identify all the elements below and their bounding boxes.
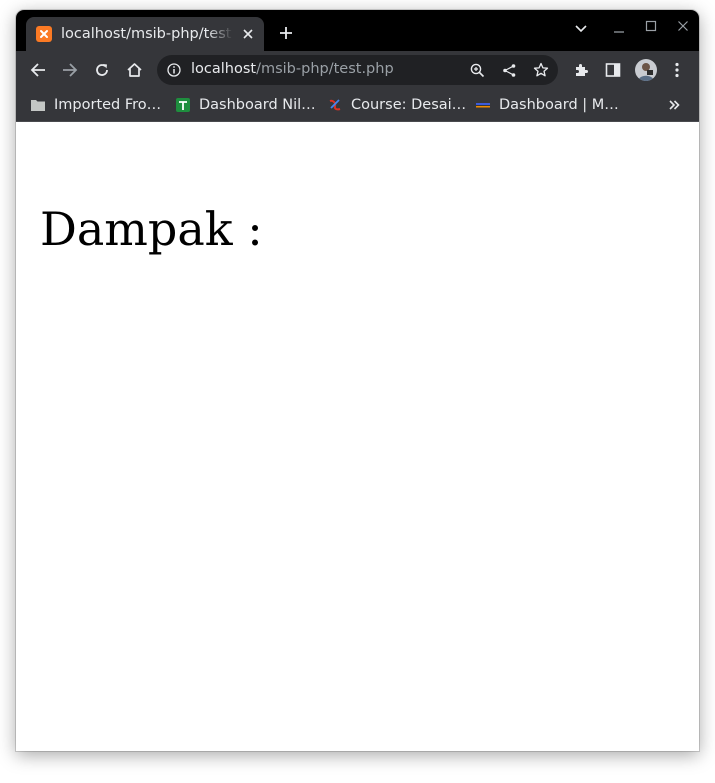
xampp-icon	[36, 26, 52, 42]
bookmark-item[interactable]: Course: Desai…	[327, 95, 466, 115]
close-window-icon[interactable]	[675, 18, 691, 34]
sheets-icon	[175, 97, 191, 113]
bookmark-label: Dashboard Nil…	[199, 97, 316, 113]
page-content: Dampak :	[16, 122, 699, 751]
bookmarks-bar: Imported Fro… Dashboard Nil… Course: Des…	[16, 89, 699, 122]
bookmark-item[interactable]: Imported Fro…	[30, 95, 161, 115]
url-path: /msib-php/test.php	[256, 61, 394, 77]
bookmark-item[interactable]: Dashboard Nil…	[175, 95, 316, 115]
side-panel-icon[interactable]	[603, 60, 623, 80]
share-icon[interactable]	[501, 62, 517, 78]
bookmark-label: Dashboard | M…	[499, 97, 619, 113]
url-host: localhost	[191, 61, 257, 77]
profile-avatar[interactable]	[635, 59, 657, 81]
folder-icon	[30, 97, 46, 113]
page-heading: Dampak :	[40, 202, 263, 256]
bookmark-star-icon[interactable]	[533, 62, 549, 78]
tab-active[interactable]: localhost/msib-php/test.php	[26, 17, 264, 51]
minimize-icon[interactable]	[611, 21, 627, 37]
url-text: localhost/msib-php/test.php	[191, 61, 394, 77]
address-bar[interactable]: localhost/msib-php/test.php	[157, 55, 558, 85]
reload-icon[interactable]	[92, 60, 112, 80]
tab-search-icon[interactable]	[573, 21, 589, 37]
toolbar: localhost/msib-php/test.php	[16, 51, 699, 89]
dashboard-icon	[475, 97, 491, 113]
tab-title: localhost/msib-php/test.php	[61, 26, 233, 42]
menu-icon[interactable]	[667, 60, 687, 80]
new-tab-icon[interactable]	[276, 23, 296, 43]
close-tab-icon[interactable]	[240, 26, 256, 42]
home-icon[interactable]	[124, 60, 144, 80]
zoom-icon[interactable]	[469, 62, 485, 78]
forward-icon[interactable]	[60, 60, 80, 80]
course-icon	[327, 97, 343, 113]
browser-window: localhost/msib-php/test.php	[16, 10, 699, 751]
bookmark-label: Course: Desai…	[351, 97, 467, 113]
site-info-icon[interactable]	[166, 62, 182, 78]
tab-strip: localhost/msib-php/test.php	[16, 10, 699, 51]
more-bookmarks-icon[interactable]	[668, 95, 680, 115]
back-icon[interactable]	[28, 60, 48, 80]
maximize-icon[interactable]	[643, 18, 659, 34]
extensions-icon[interactable]	[571, 60, 591, 80]
bookmark-label: Imported Fro…	[54, 97, 162, 113]
bookmark-item[interactable]: Dashboard | M…	[475, 95, 619, 115]
